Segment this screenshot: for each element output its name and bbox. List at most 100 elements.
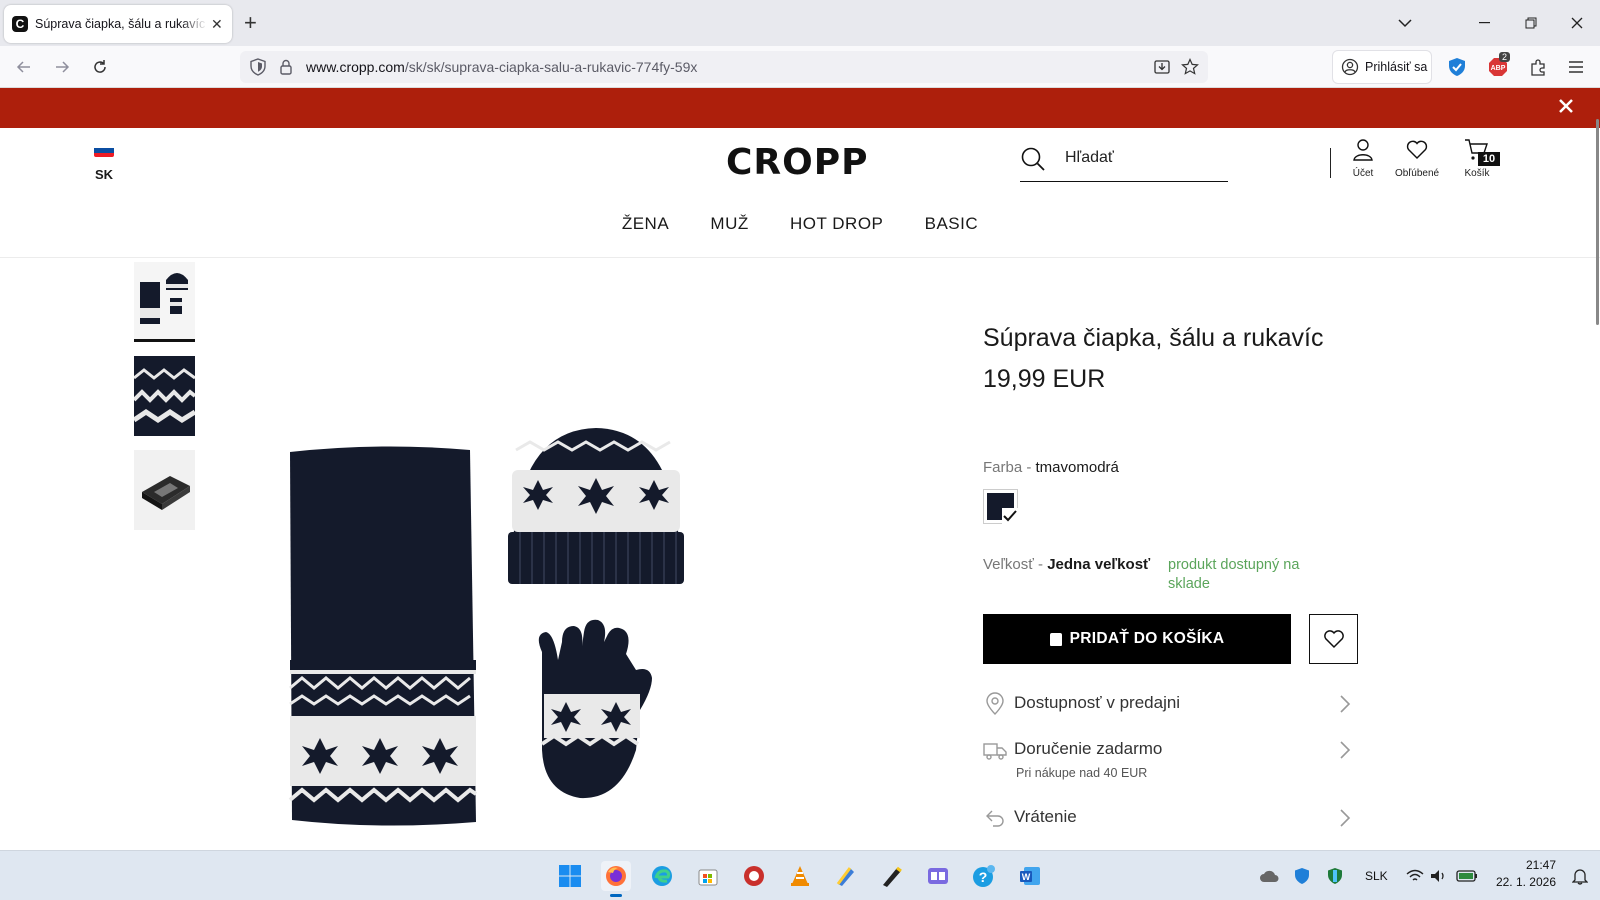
- bitwarden-extension-icon[interactable]: [1446, 56, 1468, 78]
- clock-date: 22. 1. 2026: [1495, 875, 1556, 889]
- url-text[interactable]: www.cropp.com/sk/sk/suprava-ciapka-salu-…: [306, 59, 697, 75]
- color-line: Farba - tmavomodrá: [983, 459, 1119, 476]
- country-selector[interactable]: SK: [92, 144, 116, 182]
- browser-tab-active[interactable]: C Súprava čiapka, šálu a rukavíc F ✕: [4, 5, 232, 43]
- returns-row[interactable]: Vrátenie: [983, 800, 1358, 836]
- beanie-illustration: [508, 428, 684, 584]
- search-icon[interactable]: [1020, 146, 1046, 172]
- minimize-icon[interactable]: [1462, 0, 1508, 46]
- pencil-app-icon[interactable]: [877, 861, 907, 891]
- add-to-cart-label: PRIDAŤ DO KOŠÍKA: [1069, 630, 1225, 647]
- help-app-icon[interactable]: ?: [969, 861, 999, 891]
- forward-icon[interactable]: [46, 51, 78, 83]
- app-menu-hamburger-icon[interactable]: [1565, 56, 1587, 78]
- nav-item-muz[interactable]: MUŽ: [710, 214, 748, 233]
- store-availability-row[interactable]: Dostupnosť v predajni: [983, 686, 1358, 722]
- cart-label: Košík: [1464, 168, 1490, 179]
- browser-tab-bar: C Súprava čiapka, šálu a rukavíc F ✕ +: [0, 0, 1600, 46]
- thumbnail-2[interactable]: [134, 356, 195, 436]
- windows-start-icon[interactable]: [555, 861, 585, 891]
- adblock-plus-extension-icon[interactable]: ABP 2: [1487, 52, 1511, 78]
- store-availability-label: Dostupnosť v predajni: [1014, 693, 1181, 712]
- returns-label: Vrátenie: [1014, 807, 1077, 826]
- volume-icon[interactable]: [1424, 861, 1454, 891]
- word-icon[interactable]: W: [1015, 861, 1045, 891]
- nav-item-basic[interactable]: BASIC: [925, 214, 979, 233]
- tracking-protection-shield-icon[interactable]: [248, 57, 268, 77]
- new-tab-button[interactable]: +: [244, 10, 257, 36]
- size-label: Veľkosť -: [983, 556, 1048, 573]
- input-language[interactable]: SLK: [1365, 869, 1388, 883]
- add-to-cart-button[interactable]: PRIDAŤ DO KOŠÍKA: [983, 614, 1291, 664]
- return-arrow-icon: [986, 810, 1004, 827]
- red-app-icon[interactable]: [739, 861, 769, 891]
- color-swatch-navy[interactable]: [983, 489, 1018, 524]
- heart-icon: [1406, 140, 1428, 159]
- free-delivery-condition: Pri nákupe nad 40 EUR: [1016, 766, 1148, 780]
- location-pin-icon: [986, 692, 1004, 715]
- delivery-truck-icon: [983, 743, 1007, 760]
- nav-item-zena[interactable]: ŽENA: [622, 214, 669, 233]
- extensions-puzzle-icon[interactable]: [1527, 56, 1549, 78]
- nav-item-hot-drop[interactable]: HOT DROP: [790, 214, 883, 233]
- url-bar[interactable]: www.cropp.com/sk/sk/suprava-ciapka-salu-…: [240, 51, 1208, 83]
- cropp-logo[interactable]: CROPP: [726, 142, 869, 183]
- free-delivery-row[interactable]: Doručenie zadarmo Pri nákupe nad 40 EUR: [983, 732, 1358, 780]
- bookmark-star-icon[interactable]: [1180, 57, 1200, 77]
- product-main-image[interactable]: [280, 420, 700, 840]
- windows-taskbar: ? W SLK 21:47 22. 1. 2026: [0, 850, 1600, 900]
- page-scrollbar[interactable]: [1594, 115, 1600, 325]
- firefox-taskbar-icon[interactable]: [601, 861, 631, 897]
- browser-nav-bar: www.cropp.com/sk/sk/suprava-ciapka-salu-…: [0, 46, 1600, 88]
- reload-icon[interactable]: [84, 51, 116, 83]
- notifications-bell-icon[interactable]: [1565, 861, 1595, 891]
- favorites-link[interactable]: Obľúbené: [1395, 138, 1439, 179]
- pen-app-icon[interactable]: [831, 861, 861, 891]
- lock-icon[interactable]: [276, 57, 296, 77]
- list-all-tabs-icon[interactable]: [1382, 0, 1428, 46]
- color-value: tmavomodrá: [1035, 459, 1119, 476]
- close-window-icon[interactable]: [1554, 0, 1600, 46]
- save-to-pocket-icon[interactable]: [1152, 57, 1172, 77]
- site-header: SK CROPP Hľadať Účet Obľúbené Košík 10 Ž…: [0, 128, 1600, 258]
- size-value: Jedna veľkosť: [1047, 556, 1151, 573]
- product-price: 19,99 EUR: [983, 365, 1106, 393]
- thumbnail-3[interactable]: [134, 450, 195, 530]
- slovakia-flag-icon: [94, 144, 114, 157]
- svg-text:?: ?: [979, 869, 988, 885]
- signin-label: Prihlásiť sa: [1365, 60, 1428, 74]
- tab-close-icon[interactable]: ✕: [211, 16, 223, 33]
- reader-app-icon[interactable]: [923, 861, 953, 891]
- tray-shield-icon[interactable]: [1287, 861, 1317, 891]
- cart-count-badge: 10: [1478, 152, 1500, 166]
- close-banner-icon[interactable]: [1558, 97, 1574, 120]
- color-label: Farba -: [983, 459, 1036, 476]
- system-clock[interactable]: 21:47 22. 1. 2026: [1490, 857, 1556, 891]
- active-app-indicator: [610, 894, 622, 897]
- restore-icon[interactable]: [1508, 0, 1554, 46]
- defender-icon[interactable]: [1320, 861, 1350, 891]
- vlc-icon[interactable]: [785, 861, 815, 891]
- chevron-right-icon: [1340, 695, 1351, 713]
- thumbnail-1[interactable]: [134, 262, 195, 342]
- edge-taskbar-icon[interactable]: [647, 861, 677, 891]
- scarf-illustration: [288, 446, 478, 826]
- onedrive-cloud-icon[interactable]: [1254, 861, 1284, 891]
- account-link[interactable]: Účet: [1352, 138, 1374, 179]
- cart-link[interactable]: Košík 10: [1464, 138, 1500, 179]
- chevron-right-icon: [1340, 809, 1351, 827]
- search-field[interactable]: Hľadať: [1020, 140, 1228, 182]
- promo-banner: [0, 88, 1600, 128]
- firefox-account-signin-button[interactable]: Prihlásiť sa: [1332, 50, 1432, 84]
- favorites-label: Obľúbené: [1395, 168, 1440, 179]
- add-to-favorites-button[interactable]: [1309, 614, 1358, 664]
- microsoft-store-icon[interactable]: [693, 861, 723, 891]
- window-controls: [1382, 0, 1600, 46]
- scrollbar-thumb[interactable]: [1596, 119, 1599, 325]
- account-label: Účet: [1352, 168, 1374, 179]
- battery-icon[interactable]: [1452, 861, 1482, 891]
- stock-status: produkt dostupný na sklade: [1168, 557, 1300, 592]
- back-icon[interactable]: [8, 51, 40, 83]
- search-placeholder[interactable]: Hľadať: [1065, 149, 1114, 167]
- swatch-fill: [987, 493, 1018, 524]
